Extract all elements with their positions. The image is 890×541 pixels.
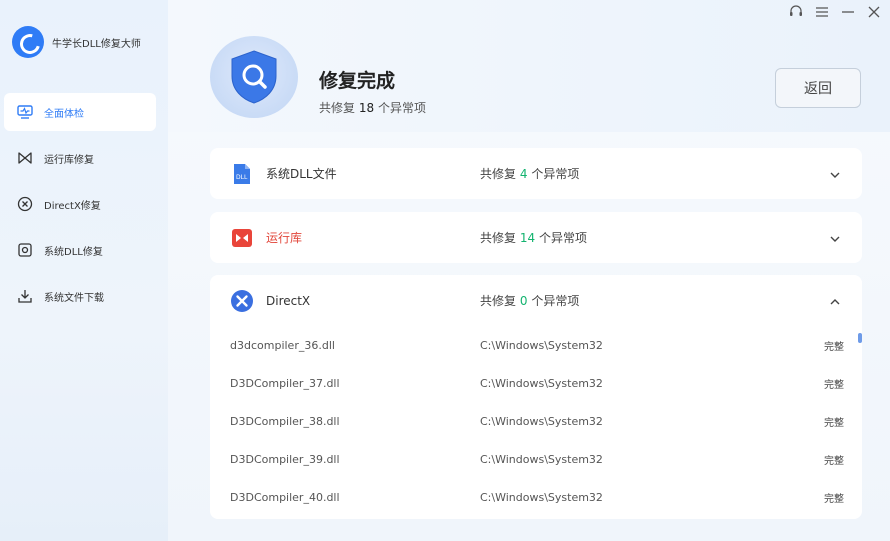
file-path: C:\Windows\System32 <box>480 338 603 352</box>
file-status: 完整 <box>824 341 844 353</box>
category-panel-runtime: 运行库 共修复 14 个异常项 <box>210 212 862 263</box>
file-path: C:\Windows\System32 <box>480 452 603 466</box>
chevron-up-icon[interactable] <box>828 294 842 308</box>
result-header: 修复完成 共修复 18 个异常项 返回 <box>168 0 890 132</box>
file-name: D3DCompiler_40.dll <box>230 490 340 504</box>
directx-blue-icon <box>230 289 254 313</box>
file-name: D3DCompiler_37.dll <box>230 376 340 390</box>
sidebar-item-label: 运行库修复 <box>44 154 94 166</box>
file-list: d3dcompiler_36.dll C:\Windows\System32 完… <box>210 326 862 516</box>
main-content: 修复完成 共修复 18 个异常项 返回 DLL 系统DLL文件 共修复 4 个异… <box>168 0 890 541</box>
scrollbar-thumb[interactable] <box>858 333 862 343</box>
category-name: DirectX <box>266 293 311 308</box>
runtime-icon <box>16 149 34 167</box>
category-count: 共修复 4 个异常项 <box>480 167 580 181</box>
window-controls <box>788 4 882 20</box>
file-path: C:\Windows\System32 <box>480 376 603 390</box>
app-title: 牛学长DLL修复大师 <box>52 38 141 50</box>
category-name: 运行库 <box>266 231 303 245</box>
minimize-icon[interactable] <box>840 4 856 20</box>
sidebar-item-full-check[interactable]: 全面体检 <box>4 93 156 131</box>
list-item: D3DCompiler_39.dll C:\Windows\System32 完… <box>210 440 862 478</box>
file-name: D3DCompiler_38.dll <box>230 414 340 428</box>
file-name: d3dcompiler_36.dll <box>230 338 335 352</box>
repair-total-count: 18 <box>358 101 375 115</box>
list-item: d3dcompiler_36.dll C:\Windows\System32 完… <box>210 326 862 364</box>
category-row[interactable]: DLL 系统DLL文件 共修复 4 个异常项 <box>210 148 862 199</box>
menu-icon[interactable] <box>814 4 830 20</box>
repair-summary: 共修复 18 个异常项 <box>319 101 426 115</box>
back-button[interactable]: 返回 <box>775 68 861 108</box>
repair-complete-badge <box>210 36 298 118</box>
file-status: 完整 <box>824 493 844 505</box>
list-item: D3DCompiler_40.dll C:\Windows\System32 完… <box>210 478 862 516</box>
file-path: C:\Windows\System32 <box>480 490 603 504</box>
sidebar-item-label: 系统文件下载 <box>44 292 104 304</box>
file-status: 完整 <box>824 455 844 467</box>
list-item: D3DCompiler_37.dll C:\Windows\System32 完… <box>210 364 862 402</box>
sidebar-item-label: 系统DLL修复 <box>44 246 103 258</box>
category-panel-system-dll: DLL 系统DLL文件 共修复 4 个异常项 <box>210 148 862 199</box>
close-icon[interactable] <box>866 4 882 20</box>
dll-icon: DLL <box>230 162 254 186</box>
directx-icon <box>16 195 34 213</box>
sidebar-item-directx-repair[interactable]: DirectX修复 <box>4 185 156 223</box>
download-icon <box>16 287 34 305</box>
category-row[interactable]: DirectX 共修复 0 个异常项 <box>210 275 862 326</box>
sidebar-item-system-file-download[interactable]: 系统文件下载 <box>4 277 156 315</box>
sidebar-nav: 全面体检 运行库修复 DirectX修复 系统DLL修复 系统文件下载 <box>4 93 156 323</box>
sidebar: 牛学长DLL修复大师 全面体检 运行库修复 DirectX修复 系统DLL修复 <box>0 0 168 541</box>
chevron-down-icon[interactable] <box>828 167 842 181</box>
disk-icon <box>16 241 34 259</box>
shield-search-icon <box>231 50 277 104</box>
file-status: 完整 <box>824 379 844 391</box>
app-logo: 牛学长DLL修复大师 <box>12 26 141 58</box>
support-icon[interactable] <box>788 4 804 20</box>
category-count: 共修复 14 个异常项 <box>480 231 587 245</box>
chevron-down-icon[interactable] <box>828 231 842 245</box>
file-name: D3DCompiler_39.dll <box>230 452 340 466</box>
sidebar-item-label: DirectX修复 <box>44 200 101 212</box>
category-name: 系统DLL文件 <box>266 167 337 181</box>
logo-icon <box>12 26 44 58</box>
file-path: C:\Windows\System32 <box>480 414 603 428</box>
sidebar-item-label: 全面体检 <box>44 108 84 120</box>
sidebar-item-system-dll-repair[interactable]: 系统DLL修复 <box>4 231 156 269</box>
list-item: D3DCompiler_38.dll C:\Windows\System32 完… <box>210 402 862 440</box>
runtime-red-icon <box>230 226 254 250</box>
sidebar-item-runtime-repair[interactable]: 运行库修复 <box>4 139 156 177</box>
page-title: 修复完成 <box>319 70 396 92</box>
monitor-icon <box>16 103 34 121</box>
category-count: 共修复 0 个异常项 <box>480 294 580 308</box>
file-status: 完整 <box>824 417 844 429</box>
category-panel-directx: DirectX 共修复 0 个异常项 d3dcompiler_36.dll C:… <box>210 275 862 519</box>
svg-text:DLL: DLL <box>236 174 248 181</box>
category-row[interactable]: 运行库 共修复 14 个异常项 <box>210 212 862 263</box>
